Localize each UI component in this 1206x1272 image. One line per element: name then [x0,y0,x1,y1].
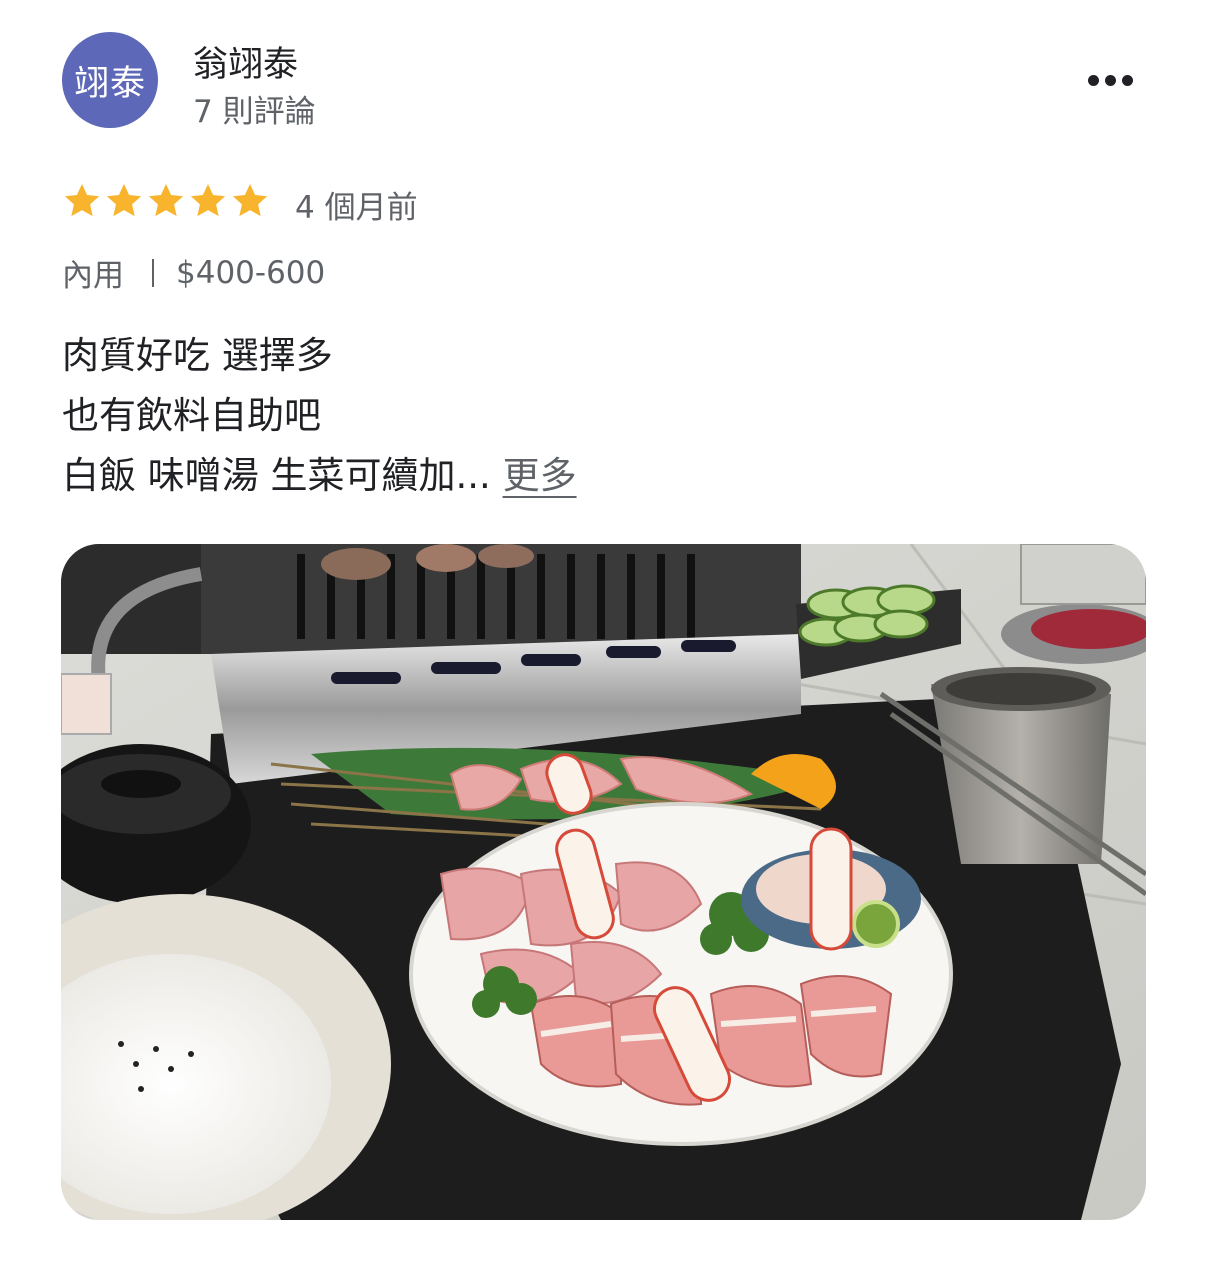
attribute-divider [152,258,154,287]
reviewer-review-count[interactable]: 7 則評論 [193,86,316,131]
star-icon [232,184,268,217]
star-rating [62,181,270,223]
star-icon [190,184,226,217]
more-link[interactable]: 更多 [503,454,577,497]
star-icon [106,184,142,217]
review-text-line: 白飯 味噌湯 生菜可續加... [62,454,491,497]
review-text-line: 也有飲料自助吧 [62,394,321,437]
star-icon [64,184,100,217]
avatar-initials: 翊泰 [73,63,146,104]
star-icon [148,184,184,217]
more-horizontal-icon-dot [1104,74,1116,86]
review-body: 肉質好吃 選擇多 也有飲料自助吧 白飯 味噌湯 生菜可續加... 更多 [62,326,577,506]
more-horizontal-icon [1087,74,1099,86]
price-range: $400-600 [176,254,326,291]
review-photo[interactable] [61,544,1146,1220]
reviewer-name[interactable]: 翁翊泰 [193,36,298,87]
review-attributes: 內用 $400-600 [62,250,325,295]
service-type: 內用 [62,258,124,294]
review-photo-image [61,544,1146,1220]
review-text-line-last: 白飯 味噌湯 生菜可續加... 更多 [62,446,577,506]
review-date: 4 個月前 [295,190,418,226]
review-text-line: 肉質好吃 選擇多 [62,334,333,377]
more-options-button[interactable] [1080,64,1140,96]
more-horizontal-icon-dot [1121,74,1133,86]
reviewer-avatar[interactable]: 翊泰 [62,32,158,128]
